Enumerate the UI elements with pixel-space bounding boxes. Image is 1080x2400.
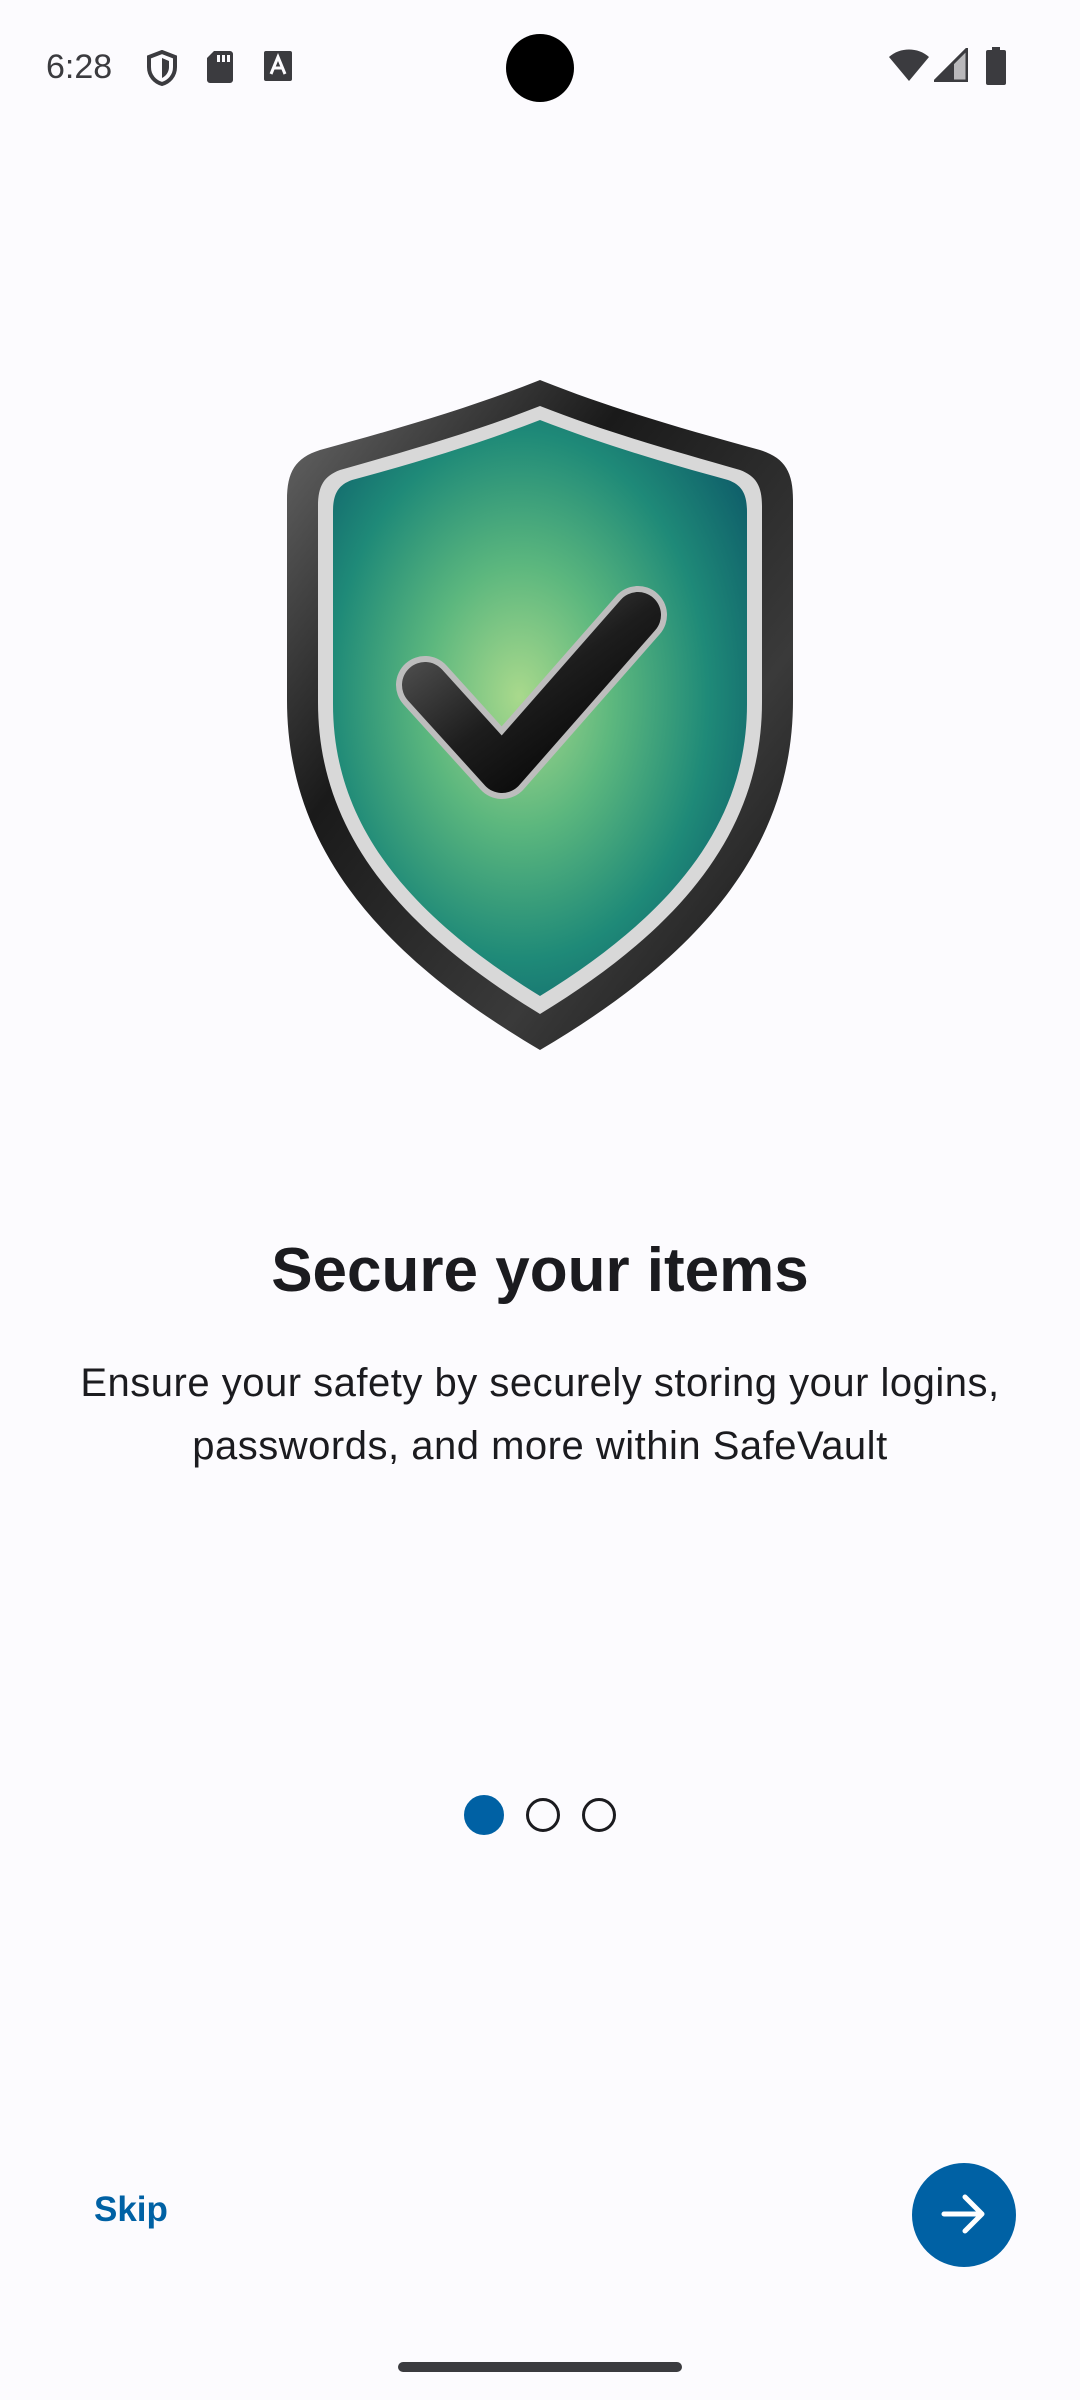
home-indicator[interactable] [398,2362,682,2372]
camera-cutout [506,34,574,102]
arrow-right-icon [941,2194,987,2237]
shield-icon [146,49,178,91]
page-dot-3[interactable] [582,1798,616,1832]
status-bar: 6:28 [0,0,1080,136]
next-button[interactable] [912,2163,1016,2267]
onboarding-description: Ensure your safety by securely storing y… [80,1361,1000,1468]
text-a-icon [263,50,293,87]
page-dot-2[interactable] [526,1798,560,1832]
shield-check-icon [240,370,840,1060]
cellular-signal-icon [931,45,969,87]
status-time: 6:28 [46,48,113,86]
wifi-icon [888,48,930,87]
skip-button[interactable]: Skip [70,2180,192,2240]
page-dot-1[interactable] [464,1795,504,1835]
sd-card-icon [206,50,234,89]
battery-icon [985,46,1007,91]
page-indicator [0,1795,1080,1838]
onboarding-title: Secure your items [271,1236,809,1305]
onboarding-screen: 6:28 Secure your items Ensure your safet… [0,0,1080,2400]
